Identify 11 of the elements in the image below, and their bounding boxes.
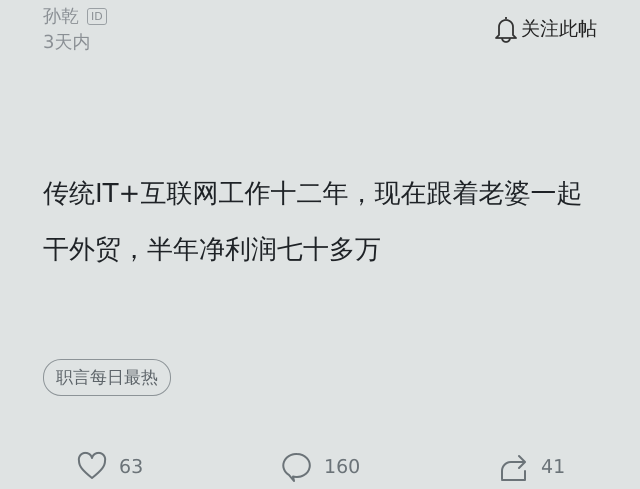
like-count: 63 (119, 456, 144, 478)
id-badge: ID (87, 8, 107, 24)
comment-count: 160 (324, 456, 360, 478)
author-name[interactable]: 孙乾 (43, 4, 79, 28)
bell-icon (493, 14, 519, 44)
topic-tag[interactable]: 职言每日最热 (43, 359, 171, 396)
follow-button[interactable]: 关注此帖 (493, 14, 597, 44)
post-text: 传统IT+互联网工作十二年，现在跟着老婆一起干外贸，半年净利润七十多万 (43, 178, 584, 267)
post-time: 3天内 (43, 31, 92, 54)
speech-bubble-icon[interactable] (282, 451, 312, 483)
share-count: 41 (541, 456, 566, 478)
